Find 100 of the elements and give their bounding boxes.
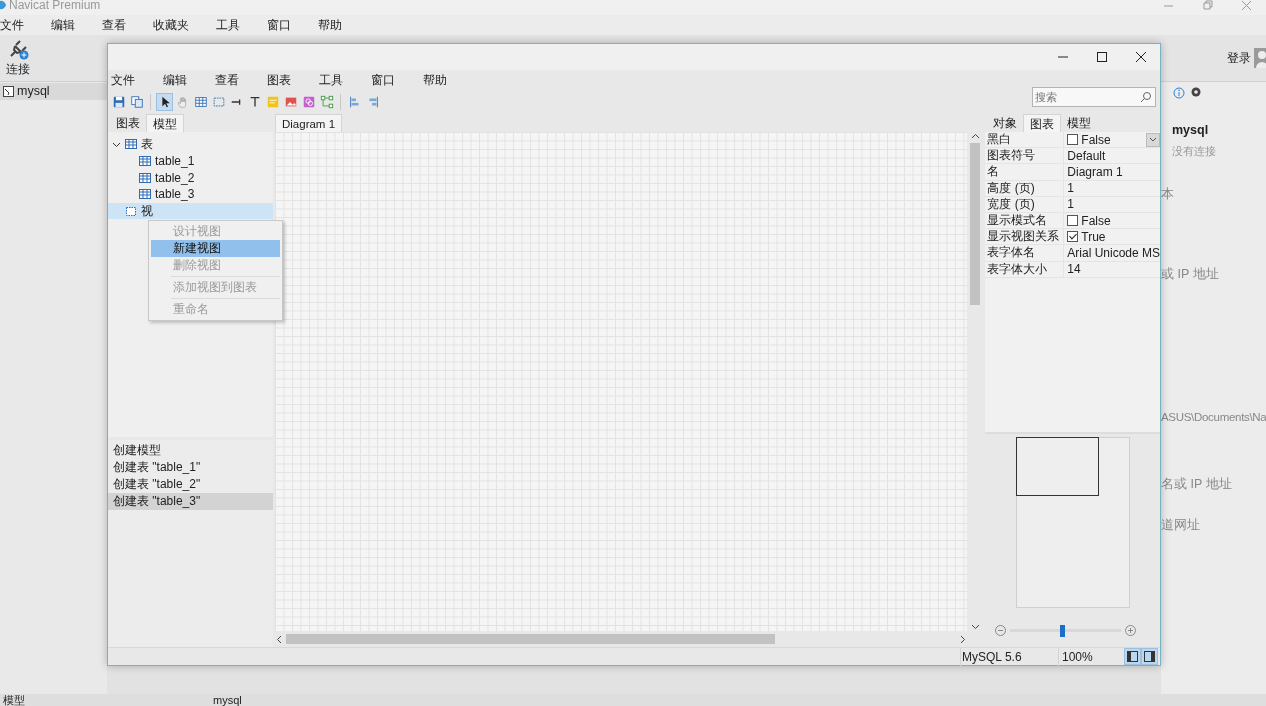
checkbox[interactable] <box>1067 134 1079 146</box>
property-value[interactable]: 1 <box>1067 195 1074 214</box>
menu-item[interactable]: 收藏夹 <box>153 16 189 34</box>
info-text: 或 IP 地址 <box>1161 266 1220 283</box>
dropdown-button[interactable] <box>1146 132 1160 147</box>
dashed-rectangle-icon <box>211 94 226 109</box>
info-text: 本 <box>1161 186 1175 204</box>
tree-item[interactable]: table_2 <box>108 169 273 187</box>
history-item[interactable]: 创建表 "table_1" <box>108 459 273 476</box>
table-icon <box>193 94 208 109</box>
note-icon <box>265 94 280 109</box>
property-value[interactable]: False <box>1081 130 1111 149</box>
app-logo-icon <box>0 0 6 10</box>
app-title: Navicat Premium <box>9 0 101 11</box>
maximize-icon[interactable] <box>1095 51 1108 63</box>
connection-item[interactable]: mysql <box>0 83 107 100</box>
tree-item[interactable]: 表 <box>108 136 273 153</box>
status-text: 模型 <box>3 694 25 706</box>
property-name: 表字体名 <box>985 245 1065 261</box>
property-value[interactable]: False <box>1081 211 1111 230</box>
tree-item[interactable]: table_1 <box>108 152 273 170</box>
checkbox[interactable] <box>1067 231 1079 243</box>
right-panel-toggle[interactable] <box>1141 648 1158 665</box>
property-name: 显示视图关系 <box>985 229 1065 245</box>
tab[interactable]: 模型 <box>146 114 184 132</box>
tab[interactable]: 图表 <box>1023 114 1062 132</box>
connect-button[interactable]: 连接 <box>6 38 30 78</box>
tree-item[interactable]: 视 <box>108 202 273 220</box>
menu-item[interactable]: 帮助 <box>423 71 447 89</box>
property-value[interactable]: True <box>1081 227 1106 246</box>
connector-icon <box>319 94 334 109</box>
menu-item[interactable]: 文件 <box>111 71 135 89</box>
menu-item[interactable]: 新建视图 <box>151 240 280 257</box>
property-name: 显示模式名 <box>985 212 1065 229</box>
left-panel-toggle[interactable] <box>1124 648 1141 665</box>
property-value[interactable]: Arial Unicode MS <box>1067 243 1160 262</box>
property-value[interactable]: 1 <box>1067 179 1074 198</box>
menu-item[interactable]: 工具 <box>216 16 240 34</box>
property-value[interactable]: Diagram 1 <box>1067 162 1123 181</box>
property-name: 黑白 <box>985 132 1065 148</box>
menu-item[interactable]: 图表 <box>267 71 291 89</box>
scroll-thumb[interactable] <box>286 634 775 644</box>
property-value[interactable]: 14 <box>1067 260 1081 279</box>
property-name: 图表符号 <box>985 148 1065 164</box>
connection-status: 没有连接 <box>1172 143 1217 159</box>
align-left-icon <box>347 94 362 109</box>
status-text: MySQL 5.6 <box>960 647 1058 666</box>
search-field[interactable]: 搜索 <box>1032 87 1156 107</box>
menu-item[interactable]: 编辑 <box>51 16 75 34</box>
zoom-out-icon[interactable] <box>995 625 1007 637</box>
info-text: ASUS\Documents\Na <box>1161 409 1266 425</box>
zoom-in-icon[interactable] <box>1125 625 1137 637</box>
tab[interactable]: Diagram 1 <box>275 114 343 132</box>
status-text: mysql <box>213 694 242 706</box>
caret-icon <box>1149 136 1157 143</box>
info-text: 道网址 <box>1161 516 1201 534</box>
history-item[interactable]: 创建模型 <box>108 442 273 459</box>
history-item[interactable]: 创建表 "table_3" <box>108 493 273 510</box>
close-icon[interactable] <box>1134 51 1147 63</box>
history-item[interactable]: 创建表 "table_2" <box>108 476 273 493</box>
search-icon <box>1140 91 1152 103</box>
info-text: 名或 IP 地址 <box>1161 476 1233 493</box>
info-icon[interactable] <box>1173 87 1185 99</box>
menu-item[interactable]: 窗口 <box>371 71 395 89</box>
tab[interactable]: 图表 <box>110 114 146 132</box>
property-name: 表字体大小 <box>985 261 1065 277</box>
scroll-thumb[interactable] <box>970 143 981 305</box>
property-name: 名 <box>985 164 1065 180</box>
scroll-down-icon <box>970 622 980 631</box>
checkbox[interactable] <box>1067 215 1079 227</box>
property-name: 宽度 (页) <box>985 196 1065 212</box>
tab[interactable]: 对象 <box>987 114 1024 132</box>
menu-item[interactable]: 窗口 <box>267 16 291 34</box>
menu-item[interactable]: 帮助 <box>318 16 342 34</box>
tab[interactable]: 模型 <box>1061 114 1098 132</box>
dashed-square-icon <box>125 205 137 218</box>
property-name: 高度 (页) <box>985 180 1065 196</box>
table-icon <box>139 188 151 201</box>
menu-item[interactable]: 文件 <box>0 16 24 34</box>
save-icon <box>111 94 126 109</box>
scroll-left-icon <box>275 634 284 644</box>
pointer-tool[interactable] <box>156 92 173 111</box>
login-link[interactable]: 登录 <box>1227 49 1251 67</box>
viewport-frame[interactable] <box>1015 436 1099 496</box>
horizontal-scrollbar[interactable] <box>275 631 968 647</box>
scroll-right-icon <box>958 634 968 644</box>
connection-name: mysql <box>1172 122 1210 139</box>
tree-item[interactable]: table_3 <box>108 186 273 203</box>
menu-item[interactable]: 编辑 <box>163 71 187 89</box>
table-icon <box>139 155 151 168</box>
menu-item[interactable]: 查看 <box>215 71 239 89</box>
property-value[interactable]: Default <box>1067 146 1106 165</box>
scroll-up-icon <box>970 132 980 141</box>
slider-thumb[interactable] <box>1060 624 1066 637</box>
table-icon <box>139 171 151 184</box>
menu-item[interactable]: 工具 <box>319 71 343 89</box>
table-icon <box>125 138 137 151</box>
menu-item[interactable]: 查看 <box>102 16 126 34</box>
copy-icon <box>129 94 144 109</box>
restore-icon[interactable] <box>1201 0 1214 11</box>
